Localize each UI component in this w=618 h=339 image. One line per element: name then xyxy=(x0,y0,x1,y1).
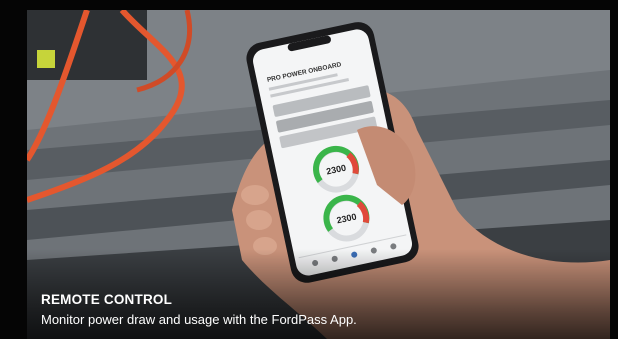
photo: PRO POWER ONBOARD 2300 2300 REMOTE CONTR… xyxy=(27,10,610,339)
image-frame: PRO POWER ONBOARD 2300 2300 REMOTE CONTR… xyxy=(0,0,618,339)
caption: REMOTE CONTROL Monitor power draw and us… xyxy=(41,292,357,329)
caption-title: REMOTE CONTROL xyxy=(41,292,173,307)
caption-subtitle: Monitor power draw and usage with the Fo… xyxy=(41,312,357,327)
